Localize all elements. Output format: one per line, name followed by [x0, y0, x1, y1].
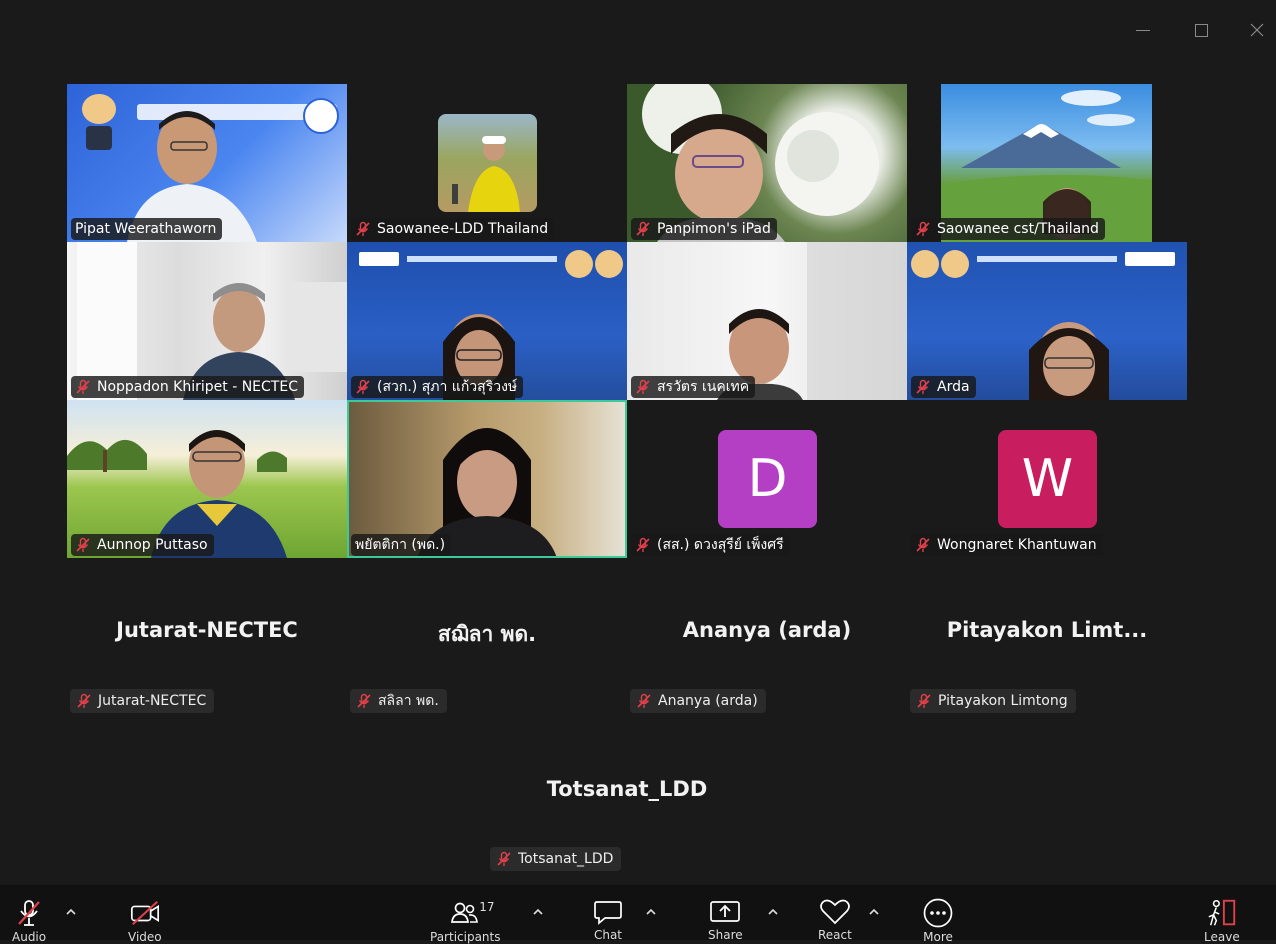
close-button[interactable]	[1242, 18, 1272, 42]
more-button[interactable]: More	[922, 885, 954, 944]
mic-off-icon	[917, 693, 931, 708]
video-tile[interactable]: สรวัตร เนคเทค	[627, 242, 907, 400]
mic-off-icon	[76, 537, 90, 552]
react-options-caret-icon[interactable]	[868, 907, 880, 917]
video-button[interactable]: Video	[128, 885, 162, 944]
participant-name-tag[interactable]: สลิลา พด.	[350, 689, 447, 713]
participant-name-tag[interactable]: Ananya (arda)	[630, 689, 766, 713]
audio-button[interactable]: Audio	[12, 885, 46, 944]
mic-off-icon	[497, 851, 511, 866]
participant-display-name: Jutarat-NECTEC	[116, 618, 298, 642]
participant-name-tag: สรวัตร เนคเทค	[631, 376, 756, 398]
leave-door-icon	[1206, 898, 1238, 928]
video-off-icon	[129, 898, 161, 928]
chat-icon	[592, 898, 624, 926]
maximize-icon	[1194, 23, 1208, 37]
participant-avatar: W	[998, 430, 1097, 528]
participant-display-name: Ananya (arda)	[682, 618, 852, 642]
leave-button[interactable]: Leave	[1204, 885, 1240, 944]
participant-avatar: D	[718, 430, 817, 528]
mic-off-icon	[77, 693, 91, 708]
participant-display-name: Pitayakon Limt...	[946, 618, 1148, 642]
participant-name-tag[interactable]: Pitayakon Limtong	[910, 689, 1076, 713]
mic-off-icon	[916, 221, 930, 236]
video-tile[interactable]: Arda	[907, 242, 1187, 400]
mic-off-icon	[357, 693, 371, 708]
minimize-button[interactable]	[1128, 18, 1158, 42]
share-button[interactable]: Share	[708, 885, 743, 942]
participant-name-tag: Aunnop Puttaso	[71, 534, 214, 556]
chat-options-caret-icon[interactable]	[645, 907, 657, 917]
video-tile[interactable]: Aunnop Puttaso	[67, 400, 347, 558]
video-tile[interactable]: (สวก.) สุภา แก้วสุริวงษ์	[347, 242, 627, 400]
video-tile[interactable]: D (สส.) ดวงสุรีย์ เพ็งศรี	[627, 400, 907, 558]
participant-name-tag[interactable]: Jutarat-NECTEC	[70, 689, 215, 713]
participant-name-tag: Pipat Weerathaworn	[71, 218, 223, 240]
mic-off-icon	[636, 221, 650, 236]
mic-off-icon	[636, 379, 650, 394]
video-tile[interactable]: Panpimon's iPad	[627, 84, 907, 242]
participant-display-name: สฌิลา พด.	[437, 622, 537, 646]
video-tile[interactable]: Pipat Weerathaworn	[67, 84, 347, 242]
mic-off-icon	[916, 537, 930, 552]
more-dots-icon	[922, 898, 954, 928]
participant-name-tag: (สวก.) สุภา แก้วสุริวงษ์	[351, 376, 524, 398]
participant-name-tag[interactable]: Totsanat_LDD	[490, 847, 622, 871]
close-icon	[1250, 23, 1264, 37]
participant-name-tag: Wongnaret Khantuwan	[911, 534, 1103, 556]
video-tile[interactable]: Saowanee cst/Thailand	[907, 84, 1187, 242]
participant-name-tag: พยัตติกา (พด.)	[351, 534, 452, 556]
participant-name-tag: Noppadon Khiripet - NECTEC	[71, 376, 304, 398]
participant-name-tag: Panpimon's iPad	[631, 218, 777, 240]
mic-off-icon	[636, 537, 650, 552]
participant-name-tag: Saowanee cst/Thailand	[911, 218, 1105, 240]
meeting-toolbar: Audio Video 17 Participants Chat Share R…	[0, 885, 1276, 944]
maximize-button[interactable]	[1186, 18, 1216, 42]
video-tile[interactable]: Noppadon Khiripet - NECTEC	[67, 242, 347, 400]
participants-icon: 17	[449, 898, 495, 928]
video-tile-active-speaker[interactable]: พยัตติกา (พด.)	[347, 400, 627, 558]
audio-options-caret-icon[interactable]	[65, 907, 77, 917]
mic-off-icon	[76, 379, 90, 394]
minimize-icon	[1136, 29, 1150, 31]
participant-name-tag: Arda	[911, 376, 976, 398]
react-button[interactable]: React	[818, 885, 852, 942]
mic-muted-icon	[13, 898, 45, 928]
video-tile[interactable]: W Wongnaret Khantuwan	[907, 400, 1187, 558]
participant-display-name: Totsanat_LDD	[546, 777, 708, 801]
participants-button[interactable]: 17 Participants	[430, 885, 501, 944]
chat-button[interactable]: Chat	[592, 885, 624, 942]
participant-name-tag: Saowanee-LDD Thailand	[351, 218, 555, 240]
mic-off-icon	[356, 379, 370, 394]
heart-icon	[819, 898, 851, 926]
mic-off-icon	[637, 693, 651, 708]
video-tile[interactable]: Saowanee-LDD Thailand	[347, 84, 627, 242]
mic-off-icon	[916, 379, 930, 394]
participant-video	[438, 114, 537, 212]
participants-count: 17	[479, 900, 495, 914]
participant-name-tag: (สส.) ดวงสุรีย์ เพ็งศรี	[631, 534, 790, 556]
share-options-caret-icon[interactable]	[767, 907, 779, 917]
share-screen-icon	[709, 898, 741, 926]
mic-off-icon	[356, 221, 370, 236]
participants-options-caret-icon[interactable]	[532, 907, 544, 917]
